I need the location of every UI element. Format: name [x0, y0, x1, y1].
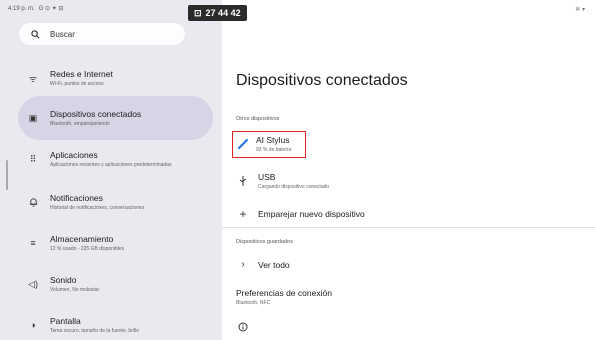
sidebar-item-dispositivos[interactable]: ▣ Dispositivos conectados Bluetooth, emp…: [18, 96, 213, 140]
device-subtitle: 93 % de batería: [256, 147, 292, 153]
pair-new-device-button[interactable]: + Emparejar nuevo dispositivo: [236, 207, 365, 221]
bell-icon: [18, 197, 48, 207]
sidebar-item-title: Redes e Internet: [50, 69, 113, 79]
edge-handle[interactable]: [6, 160, 8, 190]
device-subtitle: Cargando dispositivo conectado: [258, 184, 330, 190]
recording-timer: ⊡ 27 44 42: [188, 5, 247, 21]
storage-icon: ≡: [30, 238, 36, 248]
connection-preferences-title: Preferencias de conexión: [236, 288, 332, 298]
sidebar-item-subtitle: Historial de notificaciones, conversacio…: [50, 205, 145, 211]
stylus-icon: [236, 138, 250, 150]
timer-icon: ⊡: [194, 7, 202, 18]
pair-new-device-label: Emparejar nuevo dispositivo: [258, 209, 365, 219]
sidebar-item-title: Pantalla: [50, 316, 81, 326]
apps-icon: ⠿: [29, 153, 37, 164]
see-all-label: Ver todo: [258, 259, 290, 270]
plus-icon: +: [239, 207, 247, 221]
sidebar-item-aplicaciones[interactable]: ⠿ Aplicaciones Aplicaciones recientes y …: [18, 137, 213, 181]
sidebar-item-subtitle: Volumen, No molestar: [50, 287, 100, 293]
device-title: USB: [258, 172, 276, 182]
sound-icon: ◁): [28, 278, 38, 289]
sidebar-item-title: Dispositivos conectados: [50, 109, 142, 119]
search-placeholder: Buscar: [50, 29, 75, 39]
status-icons: G ⊙ ✦ ⊟: [38, 6, 64, 12]
sidebar-item-subtitle: Bluetooth, emparejamiento: [50, 121, 110, 127]
device-item-usb[interactable]: USB Cargando dispositivo conectado: [236, 172, 329, 190]
sidebar-item-subtitle: Wi-Fi, puntos de acceso: [50, 81, 104, 87]
divider: [222, 227, 595, 228]
usb-icon: [236, 175, 250, 187]
status-bar: 4:19 p. m. G ⊙ ✦ ⊟: [8, 5, 64, 13]
sidebar-item-title: Sonido: [50, 275, 77, 285]
sidebar-item-sonido[interactable]: ◁) Sonido Volumen, No molestar: [18, 262, 213, 306]
connection-preferences[interactable]: Preferencias de conexión Bluetooth, NFC: [236, 288, 332, 306]
status-right-icons: ✲ ▾: [575, 7, 585, 13]
sidebar-item-title: Almacenamiento: [50, 234, 114, 244]
wifi-icon: ᯤ: [28, 73, 38, 84]
search-icon: [31, 29, 40, 38]
device-item-stylus[interactable]: AI Stylus 93 % de batería: [236, 135, 291, 153]
device-title: AI Stylus: [256, 135, 290, 145]
timer-text: 27 44 42: [205, 8, 241, 18]
info-item: [236, 322, 250, 332]
sidebar-item-almacenamiento[interactable]: ≡ Almacenamiento 12 % usado - 225 GB dis…: [18, 221, 213, 265]
sidebar-item-pantalla[interactable]: ◑ Pantalla Tema oscuro, tamaño de la fue…: [18, 303, 213, 340]
sidebar-item-notificaciones[interactable]: Notificaciones Historial de notificacion…: [18, 180, 213, 224]
page-title: Dispositivos conectados: [236, 72, 408, 89]
chevron-right-icon: ›: [241, 259, 245, 270]
see-all-button[interactable]: › Ver todo: [236, 259, 290, 270]
connection-preferences-subtitle: Bluetooth, NFC: [236, 300, 271, 306]
sidebar-item-subtitle: Aplicaciones recientes y aplicaciones pr…: [50, 162, 172, 168]
status-time: 4:19 p. m.: [8, 5, 35, 12]
sidebar-item-title: Notificaciones: [50, 193, 103, 203]
section-label-saved-devices: Dispositivos guardados: [236, 239, 293, 245]
sidebar-item-redes[interactable]: ᯤ Redes e Internet Wi-Fi, puntos de acce…: [18, 56, 213, 100]
devices-icon: ▣: [28, 112, 38, 123]
sidebar-item-title: Aplicaciones: [50, 150, 98, 160]
info-icon: [236, 322, 250, 332]
search-bar[interactable]: Buscar: [19, 23, 185, 45]
display-icon: ◑: [30, 320, 36, 330]
section-label-other-devices: Otros dispositivos: [236, 116, 280, 122]
sidebar-item-subtitle: Tema oscuro, tamaño de la fuente, brillo: [50, 328, 139, 334]
sidebar-item-subtitle: 12 % usado - 225 GB disponibles: [50, 246, 125, 252]
